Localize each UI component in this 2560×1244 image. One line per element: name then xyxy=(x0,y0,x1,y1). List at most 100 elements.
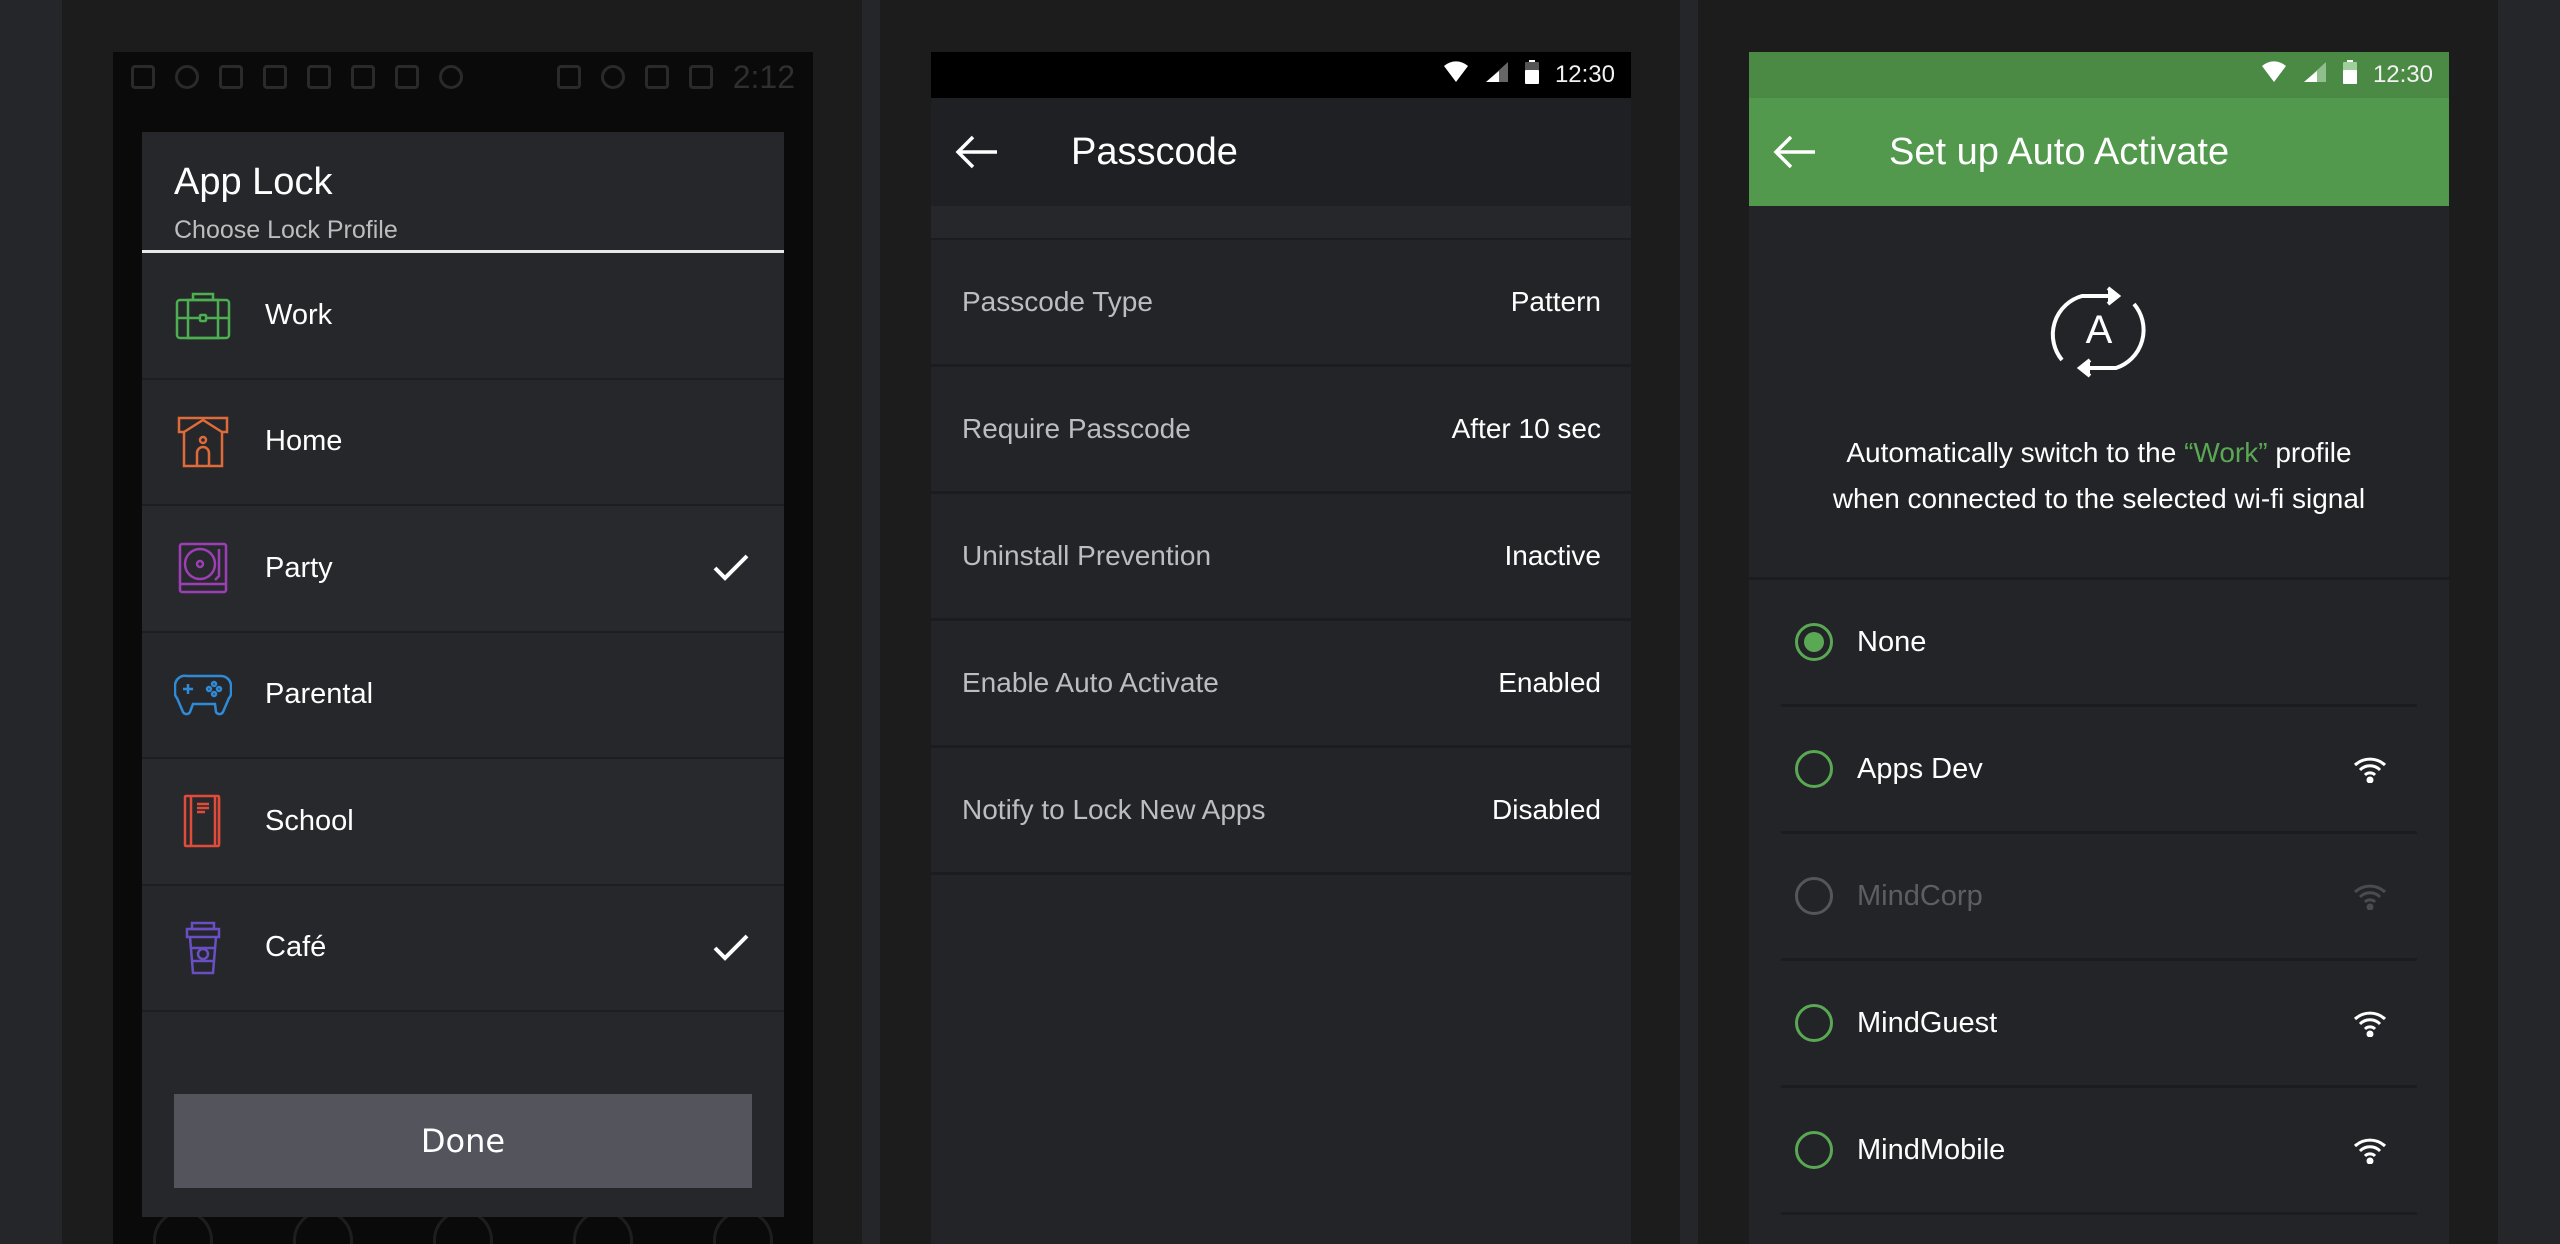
radio-selected[interactable] xyxy=(1795,623,1833,661)
profile-item-home[interactable]: Home xyxy=(142,379,784,506)
house-icon xyxy=(174,413,232,471)
back-arrow-icon[interactable] xyxy=(1773,132,1819,172)
section-spacer xyxy=(931,206,1631,240)
status-time: 12:30 xyxy=(1554,61,1615,88)
network-label: Apps Dev xyxy=(1857,752,1983,785)
app-lock-panel: 2:12 App Lock Choose Lock Profile Work H… xyxy=(62,0,862,1244)
phone-screen: 12:30 Set up Auto Activate A Automatical… xyxy=(1749,52,2449,1244)
add-icon xyxy=(131,65,155,89)
gmail-icon xyxy=(263,65,287,89)
dialog-subtitle: Choose Lock Profile xyxy=(174,216,398,244)
setting-label: Uninstall Prevention xyxy=(962,540,1212,571)
network-option-mindmobile[interactable]: MindMobile xyxy=(1781,1088,2417,1215)
page-title: Passcode xyxy=(1071,130,1238,173)
profile-highlight: “Work” xyxy=(2184,437,2268,468)
profile-label: Party xyxy=(265,551,333,584)
auto-activate-icon: A xyxy=(2044,282,2154,382)
setting-uninstall-prevention[interactable]: Uninstall Prevention Inactive xyxy=(931,494,1631,621)
setting-label: Require Passcode xyxy=(962,413,1191,444)
network-option-none[interactable]: None xyxy=(1781,580,2417,707)
setting-value: Disabled xyxy=(1492,794,1601,825)
mute-icon xyxy=(556,65,581,89)
phone-screen: 12:30 Passcode Passcode Type Pattern Req… xyxy=(931,52,1631,1244)
setting-value: After 10 sec xyxy=(1451,413,1601,444)
battery-icon xyxy=(1524,59,1539,91)
briefcase-icon xyxy=(174,286,232,344)
setting-enable-auto-activate[interactable]: Enable Auto Activate Enabled xyxy=(931,621,1631,748)
wifi-signal-icon xyxy=(2353,755,2387,784)
wifi-signal-icon xyxy=(2353,1009,2387,1038)
page-title: Set up Auto Activate xyxy=(1889,130,2230,173)
description-text: profile xyxy=(2267,437,2352,468)
profile-label: Parental xyxy=(265,678,374,711)
network-label: MindMobile xyxy=(1857,1133,2006,1166)
hangouts-icon xyxy=(439,65,463,89)
wifi-signal-icon xyxy=(2353,882,2387,911)
setting-require-passcode[interactable]: Require Passcode After 10 sec xyxy=(931,367,1631,494)
radio-unselected[interactable] xyxy=(1795,1131,1833,1169)
description-text: when connected to the selected wi-fi sig… xyxy=(1832,483,2366,514)
notebook-icon xyxy=(174,792,232,850)
status-time: 12:30 xyxy=(2372,61,2433,88)
profile-label: Home xyxy=(265,425,343,458)
profile-item-work[interactable]: Work xyxy=(142,253,784,380)
background-status-bar: 2:12 xyxy=(113,52,813,102)
dialog-footer: Done xyxy=(142,1062,784,1217)
phone-screen-dimmed: 2:12 App Lock Choose Lock Profile Work H… xyxy=(113,52,813,1244)
profile-list: Work Home Party Parental School Café xyxy=(142,253,784,1012)
setting-label: Enable Auto Activate xyxy=(962,667,1219,698)
battery-icon xyxy=(688,65,713,89)
done-button[interactable]: Done xyxy=(174,1094,752,1188)
alarm-icon xyxy=(600,65,625,89)
network-option-mindguest[interactable]: MindGuest xyxy=(1781,961,2417,1088)
battery-icon xyxy=(2342,59,2357,91)
profile-item-parental[interactable]: Parental xyxy=(142,632,784,759)
cell-signal-icon xyxy=(1485,61,1509,90)
network-label: None xyxy=(1857,625,1927,658)
lock-icon xyxy=(351,65,375,89)
checkmark-icon xyxy=(712,553,750,583)
radio-unselected[interactable] xyxy=(1795,750,1833,788)
setting-value: Enabled xyxy=(1498,667,1601,698)
radio-disabled xyxy=(1795,877,1833,915)
radio-unselected[interactable] xyxy=(1795,1004,1833,1042)
status-bar: 12:30 xyxy=(931,52,1631,98)
wifi-network-list: None Apps Dev MindCorp MindGuest MindMob… xyxy=(1749,580,2449,1215)
network-label: MindCorp xyxy=(1857,879,1983,912)
auto-activate-letter: A xyxy=(2086,308,2113,352)
setting-label: Notify to Lock New Apps xyxy=(962,794,1266,825)
auto-activate-intro: A Automatically switch to the “Work” pro… xyxy=(1749,206,2449,580)
setting-notify-lock-new-apps[interactable]: Notify to Lock New Apps Disabled xyxy=(931,748,1631,875)
back-arrow-icon[interactable] xyxy=(955,132,1001,172)
dialog-header: App Lock Choose Lock Profile xyxy=(142,132,784,253)
auto-activate-description: Automatically switch to the “Work” profi… xyxy=(1833,430,2365,522)
app-bar: Passcode xyxy=(931,98,1631,206)
cell-signal-icon xyxy=(2303,61,2327,90)
network-option-apps-dev[interactable]: Apps Dev xyxy=(1781,707,2417,834)
app-bar: Set up Auto Activate xyxy=(1749,98,2449,206)
wifi-signal-icon xyxy=(2353,1136,2387,1165)
setting-value: Inactive xyxy=(1504,540,1602,571)
network-option-mindcorp: MindCorp xyxy=(1781,834,2417,961)
profile-item-party[interactable]: Party xyxy=(142,506,784,633)
wifi-icon xyxy=(1443,60,1469,90)
wifi-icon xyxy=(2261,60,2287,90)
status-bar: 12:30 xyxy=(1749,52,2449,98)
profile-label: Work xyxy=(265,298,333,331)
app-icon xyxy=(395,65,419,89)
setting-value: Pattern xyxy=(1510,286,1601,317)
setting-passcode-type[interactable]: Passcode Type Pattern xyxy=(931,240,1631,367)
message-icon xyxy=(307,65,331,89)
profile-item-cafe[interactable]: Café xyxy=(142,885,784,1012)
wifi-icon xyxy=(644,65,669,89)
profile-item-school[interactable]: School xyxy=(142,759,784,886)
dialog-title: App Lock xyxy=(174,161,333,203)
status-time: 2:12 xyxy=(732,58,795,95)
network-label: MindGuest xyxy=(1857,1006,1998,1039)
description-text: Automatically switch to the xyxy=(1846,437,2185,468)
passcode-panel: 12:30 Passcode Passcode Type Pattern Req… xyxy=(880,0,1680,1244)
coffee-cup-icon xyxy=(174,919,232,977)
profile-label: Café xyxy=(265,931,327,964)
turntable-icon xyxy=(174,539,232,597)
profile-label: School xyxy=(265,804,354,837)
